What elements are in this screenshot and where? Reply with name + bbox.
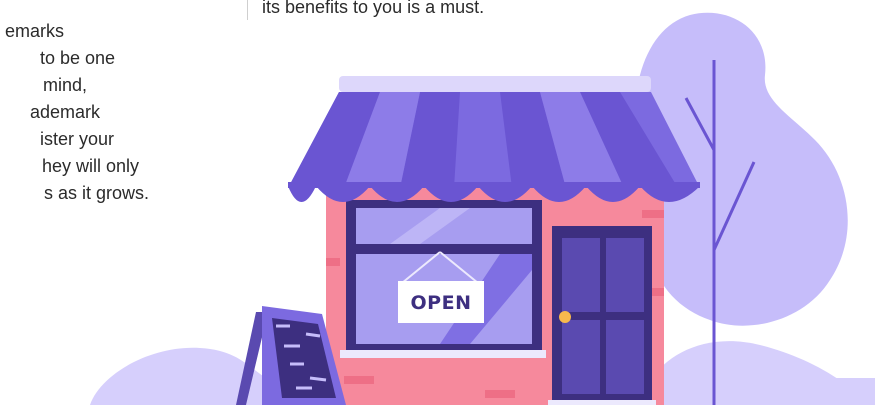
- door-knob: [559, 311, 571, 323]
- roof-trim: [339, 76, 651, 92]
- brick: [344, 376, 374, 384]
- door-panel: [606, 238, 644, 312]
- open-sign-text: OPEN: [411, 292, 472, 314]
- door-panel: [562, 238, 600, 312]
- brick: [652, 288, 664, 296]
- brick: [485, 390, 515, 398]
- door-panel: [562, 320, 600, 394]
- door-panel: [606, 320, 644, 394]
- brick: [326, 258, 340, 266]
- window-sill: [340, 350, 546, 358]
- awning-edge: [288, 182, 700, 188]
- storefront-illustration: OPEN: [90, 12, 875, 405]
- brick: [642, 210, 664, 218]
- door-step: [548, 400, 656, 405]
